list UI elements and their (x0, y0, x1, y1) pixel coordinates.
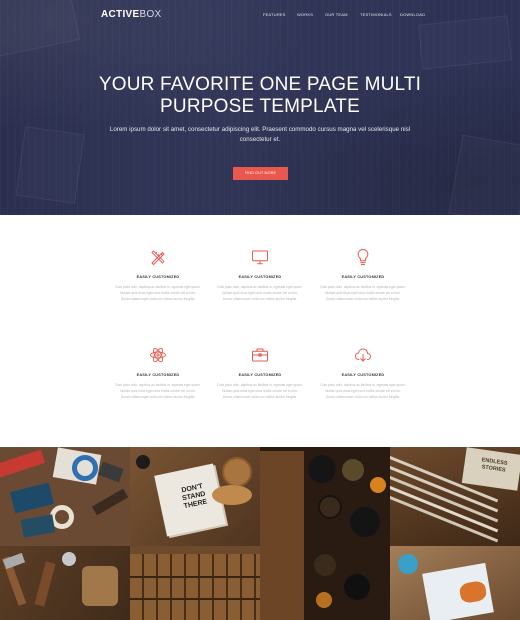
logo-light-text: BOX (139, 9, 162, 20)
hero-background-shape (15, 126, 85, 204)
feature-description: Duis justo odio, dapibus ac facilisis in… (217, 383, 303, 399)
portfolio-tile[interactable] (260, 546, 390, 620)
cloud-download-icon (354, 346, 372, 364)
portfolio-tile[interactable] (130, 546, 260, 620)
portfolio-tile[interactable]: DON'T STAND THERE (130, 447, 260, 546)
portfolio-tile[interactable] (0, 447, 130, 546)
portfolio-tile[interactable]: ENDLESS STORIES (390, 447, 520, 546)
hero-title: YOUR FAVORITE ONE PAGE MULTI PURPOSE TEM… (0, 74, 520, 118)
feature-title: EASILY CUSTOMIZED (136, 275, 180, 279)
lightbulb-icon (354, 248, 372, 266)
nav-link-download[interactable]: DOWNLOAD (400, 12, 425, 17)
logo-bold-text: ACTIVE (101, 9, 140, 20)
nav-link-testimonials[interactable]: TESTIMONIALS (360, 12, 392, 17)
pencil-ruler-icon (149, 248, 167, 266)
hero-background-shape (448, 134, 520, 215)
portfolio-gallery: DON'T STAND THERE ENDLESS STORIES (0, 447, 520, 620)
monitor-icon (251, 248, 269, 266)
portfolio-tile[interactable] (390, 546, 520, 620)
hero-title-line2: PURPOSE TEMPLATE (160, 96, 360, 117)
feature-title: EASILY CUSTOMIZED (341, 373, 385, 377)
nav-link-works[interactable]: WORKS (297, 12, 313, 17)
feature-title: EASILY CUSTOMIZED (238, 275, 282, 279)
portfolio-tile[interactable] (260, 447, 390, 546)
feature-description: Duis justo odio, dapibus ac facilisis in… (115, 285, 201, 301)
feature-description: Duis justo odio, dapibus ac facilisis in… (217, 285, 303, 301)
site-logo[interactable]: ACTIVEBOX (101, 9, 162, 20)
hero-section: ACTIVEBOX FEATURES WORKS OUR TEAM TESTIM… (0, 0, 520, 215)
nav-link-our-team[interactable]: OUR TEAM (325, 12, 348, 17)
feature-title: EASILY CUSTOMIZED (341, 275, 385, 279)
hero-subtitle: Lorem ipsum dolor sit amet, consectetur … (109, 126, 411, 143)
find-out-more-button[interactable]: FIND OUT MORE (233, 167, 288, 180)
atom-icon (149, 346, 167, 364)
feature-title: EASILY CUSTOMIZED (238, 373, 282, 377)
feature-title: EASILY CUSTOMIZED (136, 373, 180, 377)
portfolio-tile[interactable] (0, 546, 130, 620)
hero-title-line1: YOUR FAVORITE ONE PAGE MULTI (98, 74, 422, 95)
feature-description: Duis justo odio, dapibus ac facilisis in… (320, 383, 406, 399)
hero-background-shape (417, 15, 513, 70)
feature-description: Duis justo odio, dapibus ac facilisis in… (115, 383, 201, 399)
feature-description: Duis justo odio, dapibus ac facilisis in… (320, 285, 406, 301)
nav-link-features[interactable]: FEATURES (263, 12, 286, 17)
briefcase-icon (251, 346, 269, 364)
